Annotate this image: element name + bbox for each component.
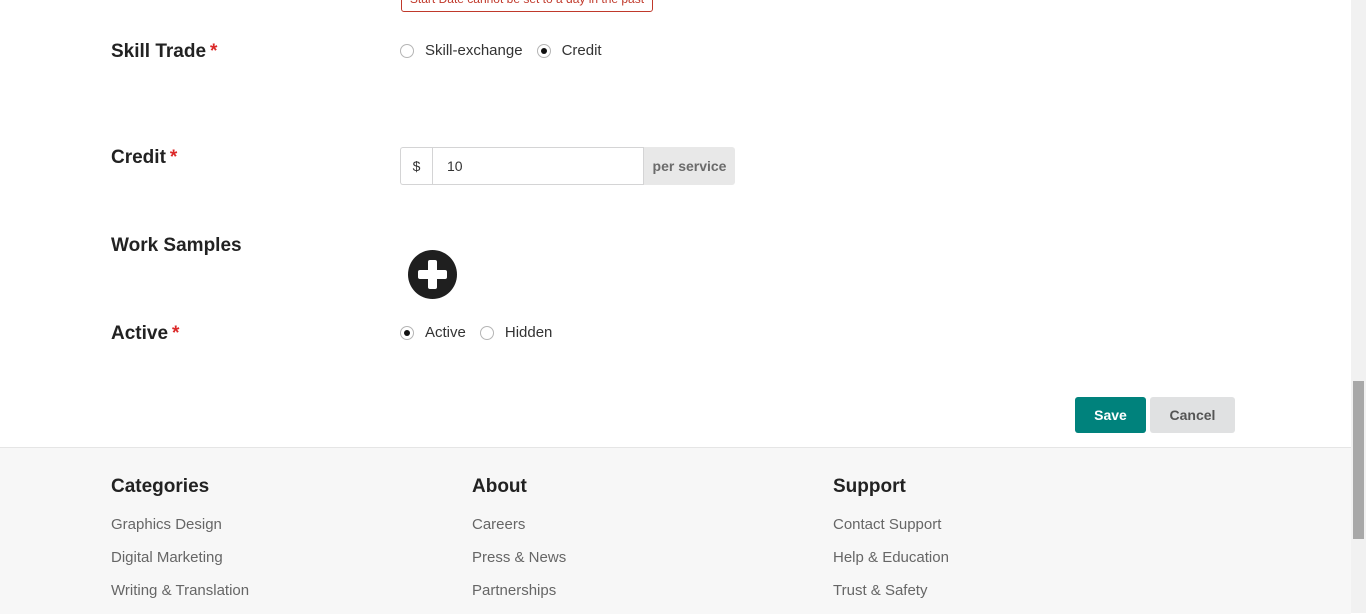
footer-link-graphics-design[interactable]: Graphics Design — [111, 515, 249, 548]
active-label-text: Active — [111, 323, 169, 344]
active-label: Active * — [111, 323, 179, 345]
footer-about-column: About Careers Press & News Partnerships — [472, 476, 566, 614]
start-date-error: Start Date cannot be set to a day in the… — [401, 0, 653, 12]
footer-link-contact-support[interactable]: Contact Support — [833, 515, 949, 548]
footer-link-press-news[interactable]: Press & News — [472, 548, 566, 581]
vertical-scrollbar[interactable] — [1351, 0, 1366, 613]
page: Start Date cannot be set to a day in the… — [0, 0, 1351, 614]
credit-input[interactable]: 10 — [432, 147, 644, 185]
add-work-sample-plus-icon[interactable] — [408, 250, 457, 299]
radio-hidden[interactable]: Hidden — [479, 324, 553, 341]
footer-link-trust-safety[interactable]: Trust & Safety — [833, 581, 949, 614]
cancel-button[interactable]: Cancel — [1150, 397, 1235, 433]
radio-credit[interactable]: Credit — [536, 42, 602, 59]
skill-trade-radio-group: Skill-exchange Credit — [400, 42, 614, 59]
radio-active[interactable]: Active — [400, 324, 466, 341]
radio-hidden-label: Hidden — [504, 324, 553, 341]
credit-label-text: Credit — [111, 147, 166, 168]
radio-circle[interactable] — [479, 325, 494, 340]
active-radio-group: Active Hidden — [400, 324, 564, 341]
radio-circle-checked[interactable] — [400, 325, 414, 340]
work-samples-label-text: Work Samples — [111, 235, 242, 256]
radio-circle[interactable] — [400, 43, 414, 58]
radio-active-label: Active — [425, 324, 466, 341]
radio-circle-checked[interactable] — [536, 43, 551, 58]
footer-link-help-education[interactable]: Help & Education — [833, 548, 949, 581]
footer-link-careers[interactable]: Careers — [472, 515, 566, 548]
footer-link-writing-translation[interactable]: Writing & Translation — [111, 581, 249, 614]
skill-trade-label: Skill Trade * — [111, 41, 217, 63]
footer-link-digital-marketing[interactable]: Digital Marketing — [111, 548, 249, 581]
required-marker: * — [210, 41, 218, 62]
required-marker: * — [172, 323, 180, 344]
footer: Categories Graphics Design Digital Marke… — [0, 447, 1351, 614]
scrollbar-thumb[interactable] — [1353, 381, 1364, 539]
per-service-suffix: per service — [644, 147, 735, 185]
credit-label: Credit * — [111, 147, 177, 169]
skill-trade-label-text: Skill Trade — [111, 41, 207, 62]
save-button[interactable]: Save — [1075, 397, 1146, 433]
radio-skill-exchange-label: Skill-exchange — [425, 42, 523, 59]
footer-link-partnerships[interactable]: Partnerships — [472, 581, 566, 614]
radio-credit-label: Credit — [561, 42, 602, 59]
work-samples-label: Work Samples — [111, 235, 242, 257]
footer-categories-title: Categories — [111, 476, 210, 497]
required-marker: * — [169, 147, 178, 168]
radio-skill-exchange[interactable]: Skill-exchange — [400, 42, 523, 59]
footer-support-title: Support — [833, 476, 906, 497]
footer-categories-column: Categories Graphics Design Digital Marke… — [111, 476, 249, 614]
footer-about-title: About — [472, 476, 527, 497]
currency-prefix: $ — [400, 147, 432, 185]
credit-input-group: $ 10 per service — [400, 147, 735, 185]
footer-support-column: Support Contact Support Help & Education… — [833, 476, 949, 614]
